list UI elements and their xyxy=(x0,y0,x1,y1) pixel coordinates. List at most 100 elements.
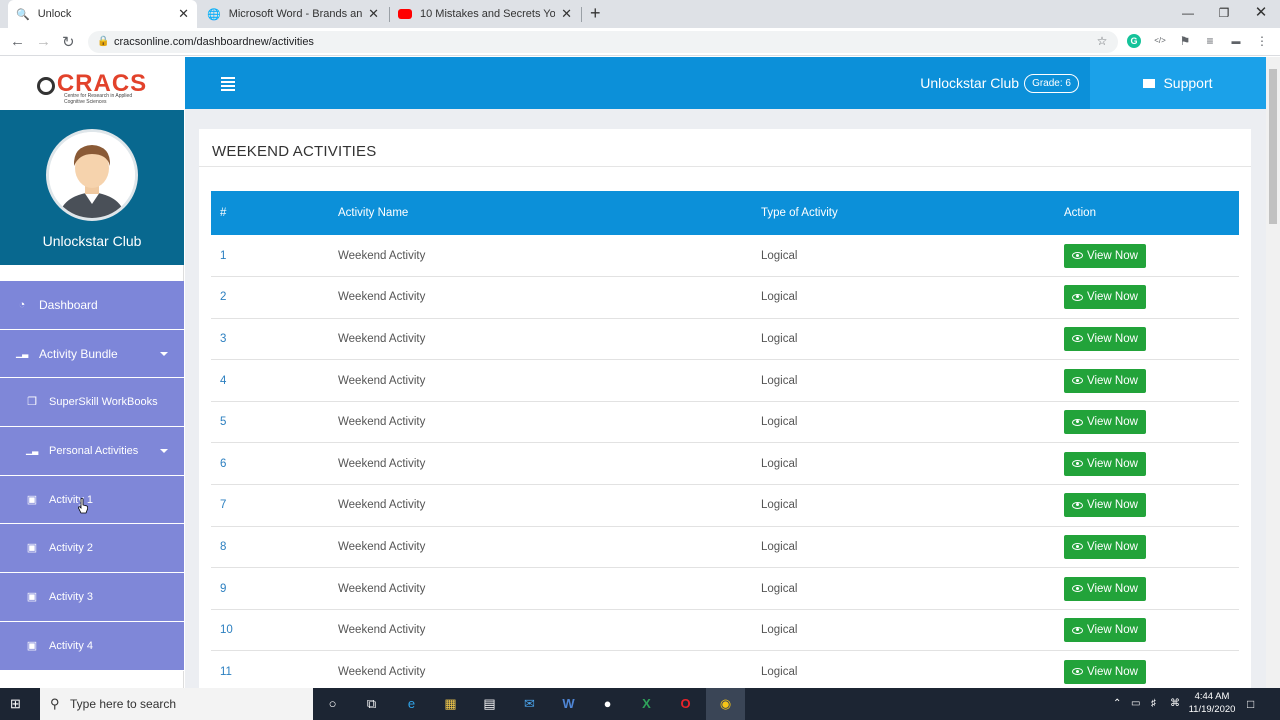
view-now-label: View Now xyxy=(1087,499,1138,512)
view-now-button[interactable]: View Now xyxy=(1064,326,1146,351)
dashboard-icon: ◔ xyxy=(18,298,26,311)
activity-type: Logical xyxy=(761,582,798,595)
reading-list-icon[interactable]: ≡ xyxy=(1203,34,1217,48)
sidebar-item-activity-3[interactable]: ▣ Activity 3 xyxy=(0,573,184,622)
wifi-icon[interactable]: ⌘ xyxy=(1170,688,1180,720)
view-now-button[interactable]: View Now xyxy=(1064,659,1146,684)
browser-tab-unlock[interactable]: 🔍 Unlock ✕ xyxy=(8,0,197,28)
clipboard-icon: ▣ xyxy=(26,590,38,603)
sidebar-item-activity-1[interactable]: ▣ Activity 1 xyxy=(0,475,184,525)
view-now-button[interactable]: View Now xyxy=(1064,493,1146,518)
activity-name: Weekend Activity xyxy=(338,249,426,262)
activity-type: Logical xyxy=(761,624,798,637)
table-row: 2 Weekend Activity Logical View Now xyxy=(211,277,1239,319)
close-tab-icon[interactable]: ✕ xyxy=(561,6,572,22)
table-row: 9 Weekend Activity Logical View Now xyxy=(211,568,1239,610)
view-now-button[interactable]: View Now xyxy=(1064,451,1146,476)
browser-tab-youtube[interactable]: 10 Mistakes and Secrets You Nev ✕ xyxy=(390,0,580,28)
grammarly-icon[interactable]: G xyxy=(1127,34,1141,48)
view-now-button[interactable]: View Now xyxy=(1064,243,1146,268)
action-cell: View Now xyxy=(1055,651,1239,693)
media-extension-icon[interactable]: ▬ xyxy=(1229,34,1243,48)
action-cell: View Now xyxy=(1055,609,1239,651)
cortana-icon[interactable]: ○ xyxy=(313,688,352,720)
reload-icon[interactable]: ↻ xyxy=(62,33,75,51)
caret-down-icon xyxy=(160,449,168,454)
back-icon[interactable]: ← xyxy=(10,33,25,50)
row-number: 7 xyxy=(220,499,227,512)
page-scrollbar[interactable] xyxy=(1266,57,1280,688)
forward-icon[interactable]: → xyxy=(36,33,51,50)
task-view-icon[interactable]: ⧉ xyxy=(352,688,391,720)
battery-icon[interactable]: ▭ xyxy=(1131,688,1140,720)
grade-badge: Grade: 6 xyxy=(1024,73,1079,93)
activity-name: Weekend Activity xyxy=(338,540,426,553)
hand-cursor-icon xyxy=(78,498,88,514)
volume-icon[interactable]: ♯ xyxy=(1151,688,1156,720)
sidebar-item-superskill-workbooks[interactable]: ❐ SuperSkill WorkBooks xyxy=(0,378,184,428)
browser-tab-word[interactable]: 🌐 Microsoft Word - Brands and bra ✕ xyxy=(199,0,387,28)
restore-icon[interactable]: ❐ xyxy=(1206,0,1242,28)
notifications-icon[interactable]: □ xyxy=(1247,688,1254,720)
edge-icon[interactable]: e xyxy=(392,688,431,720)
activity-name: Weekend Activity xyxy=(338,582,426,595)
scrollbar-thumb[interactable] xyxy=(1269,69,1277,224)
cracs-logo[interactable]: CRACS Centre for Research in Applied Cog… xyxy=(0,57,184,110)
windows-taskbar: ⊞ ⚲ Type here to search ○ ⧉ e ▦ ▤ ✉ W ● … xyxy=(0,688,1280,720)
taskbar-clock[interactable]: 4:44 AM 11/19/2020 xyxy=(1183,690,1241,716)
eye-icon xyxy=(1072,293,1083,301)
store-icon[interactable]: ▤ xyxy=(470,688,509,720)
sidebar-menu: ◔ Dashboard ▁▃ Activity Bundle ❐ SuperSkill W… xyxy=(0,281,184,671)
file-explorer-icon[interactable]: ▦ xyxy=(431,688,470,720)
mail-icon[interactable]: ✉ xyxy=(510,688,549,720)
search-icon: ⚲ xyxy=(50,696,60,711)
view-now-button[interactable]: View Now xyxy=(1064,410,1146,435)
sidebar-item-activity-2[interactable]: ▣ Activity 2 xyxy=(0,524,184,574)
table-row: 7 Weekend Activity Logical View Now xyxy=(211,485,1239,527)
activity-name: Weekend Activity xyxy=(338,665,426,678)
close-tab-icon[interactable]: ✕ xyxy=(368,6,379,22)
column-header-activity-name: Activity Name xyxy=(338,207,409,219)
globe-favicon-icon: 🌐 xyxy=(207,8,221,21)
minimize-icon[interactable]: — xyxy=(1170,0,1206,28)
view-now-button[interactable]: View Now xyxy=(1064,368,1146,393)
address-bar-row: ← → ↻ 🔒 cracsonline.com/dashboardnew/act… xyxy=(0,28,1280,56)
action-cell: View Now xyxy=(1055,360,1239,402)
table-row: 10 Weekend Activity Logical View Now xyxy=(211,609,1239,651)
activity-type: Logical xyxy=(761,416,798,429)
hamburger-menu-icon[interactable] xyxy=(221,77,235,91)
row-number: 5 xyxy=(220,416,227,429)
title-divider xyxy=(199,166,1251,167)
browser-menu-icon[interactable]: ⋮ xyxy=(1255,34,1269,48)
clipboard-icon: ▣ xyxy=(26,639,38,652)
view-now-button[interactable]: View Now xyxy=(1064,576,1146,601)
view-now-button[interactable]: View Now xyxy=(1064,285,1146,310)
microphone-icon[interactable]: ● xyxy=(588,688,627,720)
taskbar-search-box[interactable]: ⚲ Type here to search xyxy=(40,688,313,720)
opera-icon[interactable]: O xyxy=(666,688,705,720)
eye-icon xyxy=(1072,585,1083,593)
excel-icon[interactable]: X xyxy=(627,688,666,720)
url-field[interactable]: 🔒 cracsonline.com/dashboardnew/activitie… xyxy=(88,31,1118,53)
new-tab-icon[interactable]: + xyxy=(590,3,601,24)
chrome-icon[interactable]: ◉ xyxy=(706,688,745,720)
sidebar-item-personal-activities[interactable]: ▁▃ Personal Activities xyxy=(0,427,184,476)
view-now-button[interactable]: View Now xyxy=(1064,618,1146,643)
table-row: 3 Weekend Activity Logical View Now xyxy=(211,318,1239,360)
sidebar-item-dashboard[interactable]: ◔ Dashboard xyxy=(0,281,184,330)
close-tab-icon[interactable]: ✕ xyxy=(178,6,189,22)
sidebar-item-activity-bundle[interactable]: ▁▃ Activity Bundle xyxy=(0,329,184,379)
close-window-icon[interactable]: ✕ xyxy=(1243,0,1279,28)
support-button[interactable]: Support xyxy=(1090,57,1266,109)
view-now-button[interactable]: View Now xyxy=(1064,534,1146,559)
word-icon[interactable]: W xyxy=(549,688,588,720)
bookmark-star-icon[interactable]: ☆ xyxy=(1095,34,1109,48)
tray-chevron-icon[interactable]: ⌃ xyxy=(1113,688,1121,720)
bar-chart-icon: ▁▃ xyxy=(26,445,39,455)
extensions-puzzle-icon[interactable]: ⚑ xyxy=(1178,34,1192,48)
row-number: 10 xyxy=(220,624,233,637)
sidebar: CRACS Centre for Research in Applied Cog… xyxy=(0,57,184,688)
code-extension-icon[interactable]: </> xyxy=(1153,34,1167,48)
sidebar-item-activity-4[interactable]: ▣ Activity 4 xyxy=(0,621,184,671)
windows-start-icon[interactable]: ⊞ xyxy=(10,697,24,711)
